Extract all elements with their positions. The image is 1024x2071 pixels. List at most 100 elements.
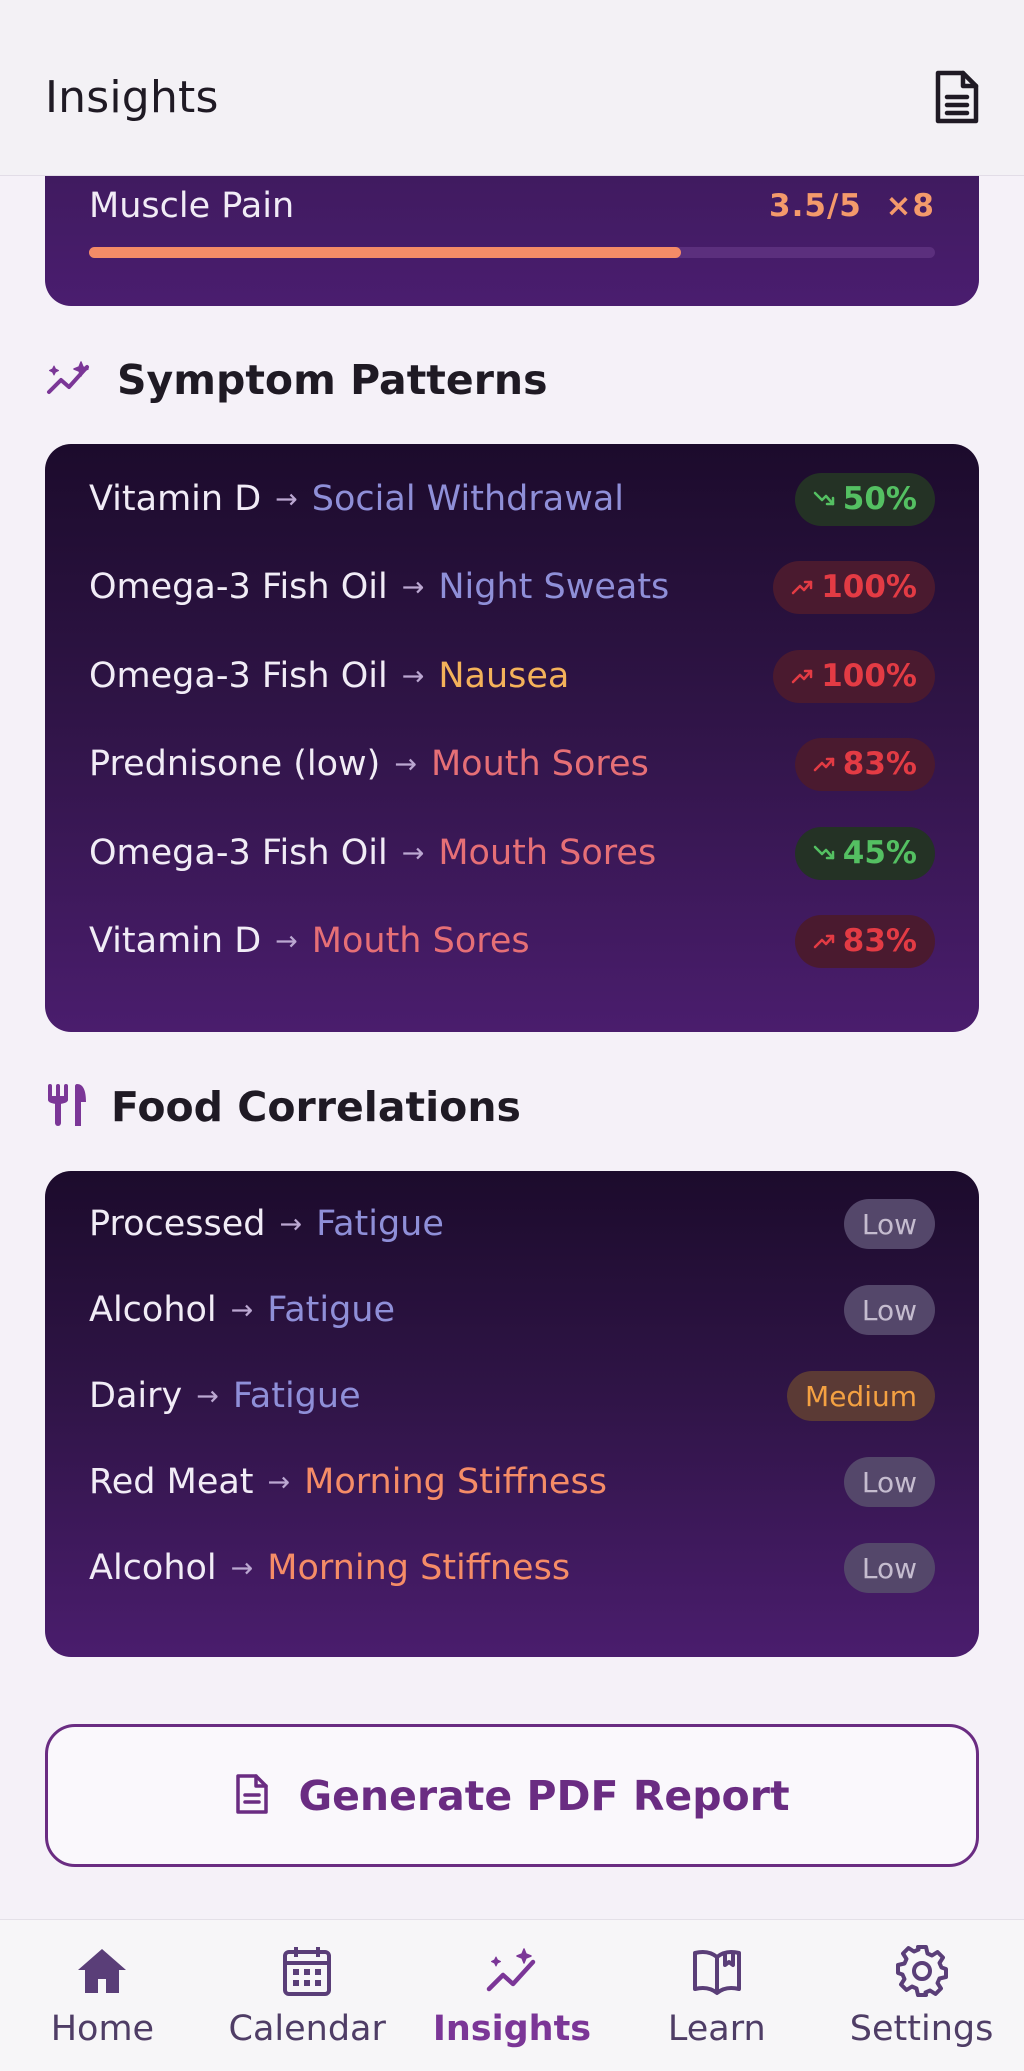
correlation-value: 83% xyxy=(842,923,917,959)
nav-label: Learn xyxy=(667,2008,766,2049)
metric-count: ×8 xyxy=(885,188,935,224)
nav-learn[interactable]: Learn xyxy=(614,1920,819,2071)
correlation-badge: 100% xyxy=(773,649,935,703)
row-target: Morning Stiffness xyxy=(304,1462,607,1502)
arrow-right-icon: → xyxy=(401,571,425,603)
correlation-value: 83% xyxy=(842,746,917,782)
document-icon xyxy=(234,1773,270,1819)
arrow-right-icon: → xyxy=(279,1208,303,1240)
row-target: Mouth Sores xyxy=(438,833,657,873)
metric-score-value: 3.5/5 xyxy=(769,188,862,224)
correlation-value: 100% xyxy=(821,658,917,694)
trend-up-icon xyxy=(791,579,813,595)
document-icon[interactable] xyxy=(932,68,982,126)
symptom-pattern-row[interactable]: Vitamin D → Social Withdrawal 50% xyxy=(89,468,935,530)
insights-icon xyxy=(486,1947,536,1991)
symptom-pattern-row[interactable]: Vitamin D → Mouth Sores 83% xyxy=(89,910,935,972)
section-title: Food Correlations xyxy=(111,1083,521,1131)
nav-settings[interactable]: Settings xyxy=(819,1920,1024,2071)
row-source: Prednisone (low) xyxy=(89,744,381,784)
nav-label: Insights xyxy=(432,2008,592,2049)
row-target: Morning Stiffness xyxy=(267,1548,571,1588)
arrow-right-icon: → xyxy=(275,483,298,515)
trend-up-icon xyxy=(813,756,835,772)
food-correlations-card: Processed → Fatigue Low Alcohol → Fatigue Low Da… xyxy=(45,1171,979,1657)
symptom-patterns-card: Vitamin D → Social Withdrawal 50% Omega-3 Fi… xyxy=(45,444,979,1032)
symptom-pattern-row[interactable]: Omega-3 Fish Oil → Night Sweats 100% xyxy=(89,556,935,618)
correlation-badge: 83% xyxy=(794,914,935,968)
row-target: Fatigue xyxy=(267,1290,396,1330)
row-source: Alcohol xyxy=(89,1548,217,1588)
trend-down-icon xyxy=(813,491,835,507)
arrow-right-icon: → xyxy=(401,837,425,869)
row-source: Omega-3 Fish Oil xyxy=(89,833,388,873)
row-source: Vitamin D xyxy=(89,479,262,519)
food-correlations-header: Food Correlations xyxy=(45,1082,521,1132)
app-header: Insights xyxy=(0,0,1024,176)
arrow-right-icon: → xyxy=(394,748,417,780)
nav-insights[interactable]: Insights xyxy=(410,1920,615,2071)
sparkle-trend-icon xyxy=(45,358,95,402)
utensils-icon xyxy=(45,1082,89,1132)
calendar-icon xyxy=(283,1946,332,1996)
symptom-pattern-row[interactable]: Prednisone (low) → Mouth Sores 83% xyxy=(89,733,935,795)
correlation-value: 100% xyxy=(821,569,917,605)
cta-label: Generate PDF Report xyxy=(298,1771,790,1820)
row-source: Vitamin D xyxy=(89,921,262,961)
row-target: Fatigue xyxy=(316,1204,444,1244)
page-title: Insights xyxy=(45,72,219,123)
book-icon xyxy=(692,1949,741,1995)
arrow-right-icon: → xyxy=(401,660,425,692)
gear-icon xyxy=(895,1944,948,1997)
nav-label: Calendar xyxy=(228,2008,386,2049)
symptom-pattern-row[interactable]: Omega-3 Fish Oil → Nausea 100% xyxy=(89,645,935,707)
arrow-right-icon: → xyxy=(230,1552,254,1584)
correlation-badge: 45% xyxy=(794,826,935,880)
strength-badge: Medium xyxy=(787,1371,935,1421)
row-source: Alcohol xyxy=(89,1290,217,1330)
trend-up-icon xyxy=(791,668,813,684)
scroll-area[interactable]: Muscle Pain 3.5/5 ×8 Symptom Patterns Vi… xyxy=(0,176,1024,1919)
food-correlation-row[interactable]: Red Meat → Morning Stiffness Low xyxy=(89,1451,935,1513)
row-target: Nausea xyxy=(438,656,570,696)
food-correlation-row[interactable]: Dairy → Fatigue Medium xyxy=(89,1365,935,1427)
nav-label: Settings xyxy=(849,2008,994,2049)
row-source: Omega-3 Fish Oil xyxy=(89,656,388,696)
strength-badge: Low xyxy=(843,1457,935,1507)
food-correlation-row[interactable]: Processed → Fatigue Low xyxy=(89,1193,935,1255)
metric-card: Muscle Pain 3.5/5 ×8 xyxy=(45,176,979,306)
symptom-pattern-row[interactable]: Omega-3 Fish Oil → Mouth Sores 45% xyxy=(89,822,935,884)
row-source: Red Meat xyxy=(89,1462,254,1502)
nav-calendar[interactable]: Calendar xyxy=(205,1920,410,2071)
strength-badge: Low xyxy=(843,1285,935,1335)
arrow-right-icon: → xyxy=(230,1294,254,1326)
row-target: Social Withdrawal xyxy=(311,479,624,519)
row-target: Night Sweats xyxy=(438,567,670,607)
row-target: Mouth Sores xyxy=(311,921,530,961)
correlation-badge: 100% xyxy=(773,560,935,614)
correlation-badge: 50% xyxy=(794,472,935,526)
food-correlation-row[interactable]: Alcohol → Morning Stiffness Low xyxy=(89,1537,935,1599)
arrow-right-icon: → xyxy=(267,1466,291,1498)
food-correlation-row[interactable]: Alcohol → Fatigue Low xyxy=(89,1279,935,1341)
symptom-patterns-header: Symptom Patterns xyxy=(45,356,548,404)
arrow-right-icon: → xyxy=(196,1380,219,1412)
metric-name: Muscle Pain xyxy=(89,186,295,226)
row-source: Processed xyxy=(89,1204,266,1244)
row-target: Fatigue xyxy=(232,1376,361,1416)
row-source: Omega-3 Fish Oil xyxy=(89,567,388,607)
strength-badge: Low xyxy=(843,1543,935,1593)
row-target: Mouth Sores xyxy=(430,744,649,784)
metric-score: 3.5/5 ×8 xyxy=(769,188,935,224)
home-icon xyxy=(78,1948,127,1993)
arrow-right-icon: → xyxy=(275,925,298,957)
progress-fill xyxy=(89,247,682,258)
generate-pdf-report-button[interactable]: Generate PDF Report xyxy=(45,1724,979,1867)
trend-up-icon xyxy=(813,933,835,949)
progress-track xyxy=(89,247,935,258)
section-title: Symptom Patterns xyxy=(117,356,548,404)
bottom-nav: Home Calendar Insights Learn Settings xyxy=(0,1919,1024,2071)
correlation-badge: 83% xyxy=(794,737,935,791)
nav-home[interactable]: Home xyxy=(0,1920,205,2071)
strength-badge: Low xyxy=(843,1199,935,1249)
